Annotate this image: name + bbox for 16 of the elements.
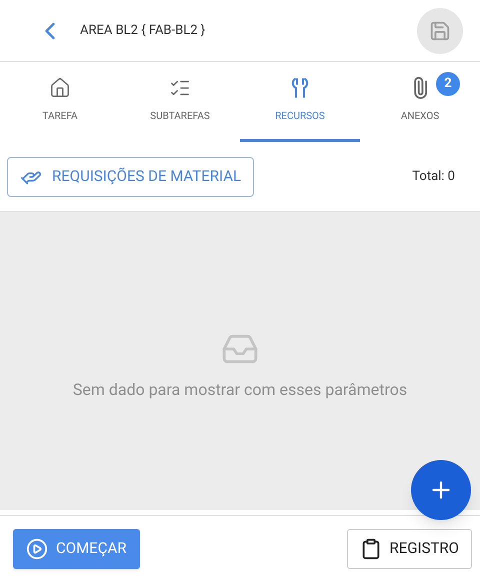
- save-icon: [429, 20, 451, 42]
- tools-icon: [290, 77, 310, 99]
- tab[interactable]: SUBTAREFAS: [120, 62, 240, 142]
- count-badge: 2: [436, 72, 460, 96]
- home-icon: [49, 77, 71, 99]
- tab[interactable]: ANEXOS 2: [360, 62, 480, 142]
- play-icon: [26, 538, 48, 560]
- tab[interactable]: RECURSOS: [240, 62, 360, 142]
- tab[interactable]: TAREFA: [0, 62, 120, 142]
- empty-message: Sem dado para mostrar com esses parâmetros: [72, 379, 408, 401]
- total-count: Total: 0: [412, 168, 455, 186]
- save-button[interactable]: [417, 8, 463, 54]
- page-title: AREA BL2 { FAB-BL2 }: [80, 22, 206, 40]
- start-button[interactable]: COMEÇAR: [13, 528, 140, 568]
- material-requests-button[interactable]: REQUISIÇÕES DE MATERIAL: [7, 156, 254, 196]
- log-button[interactable]: REGISTRO: [346, 528, 472, 568]
